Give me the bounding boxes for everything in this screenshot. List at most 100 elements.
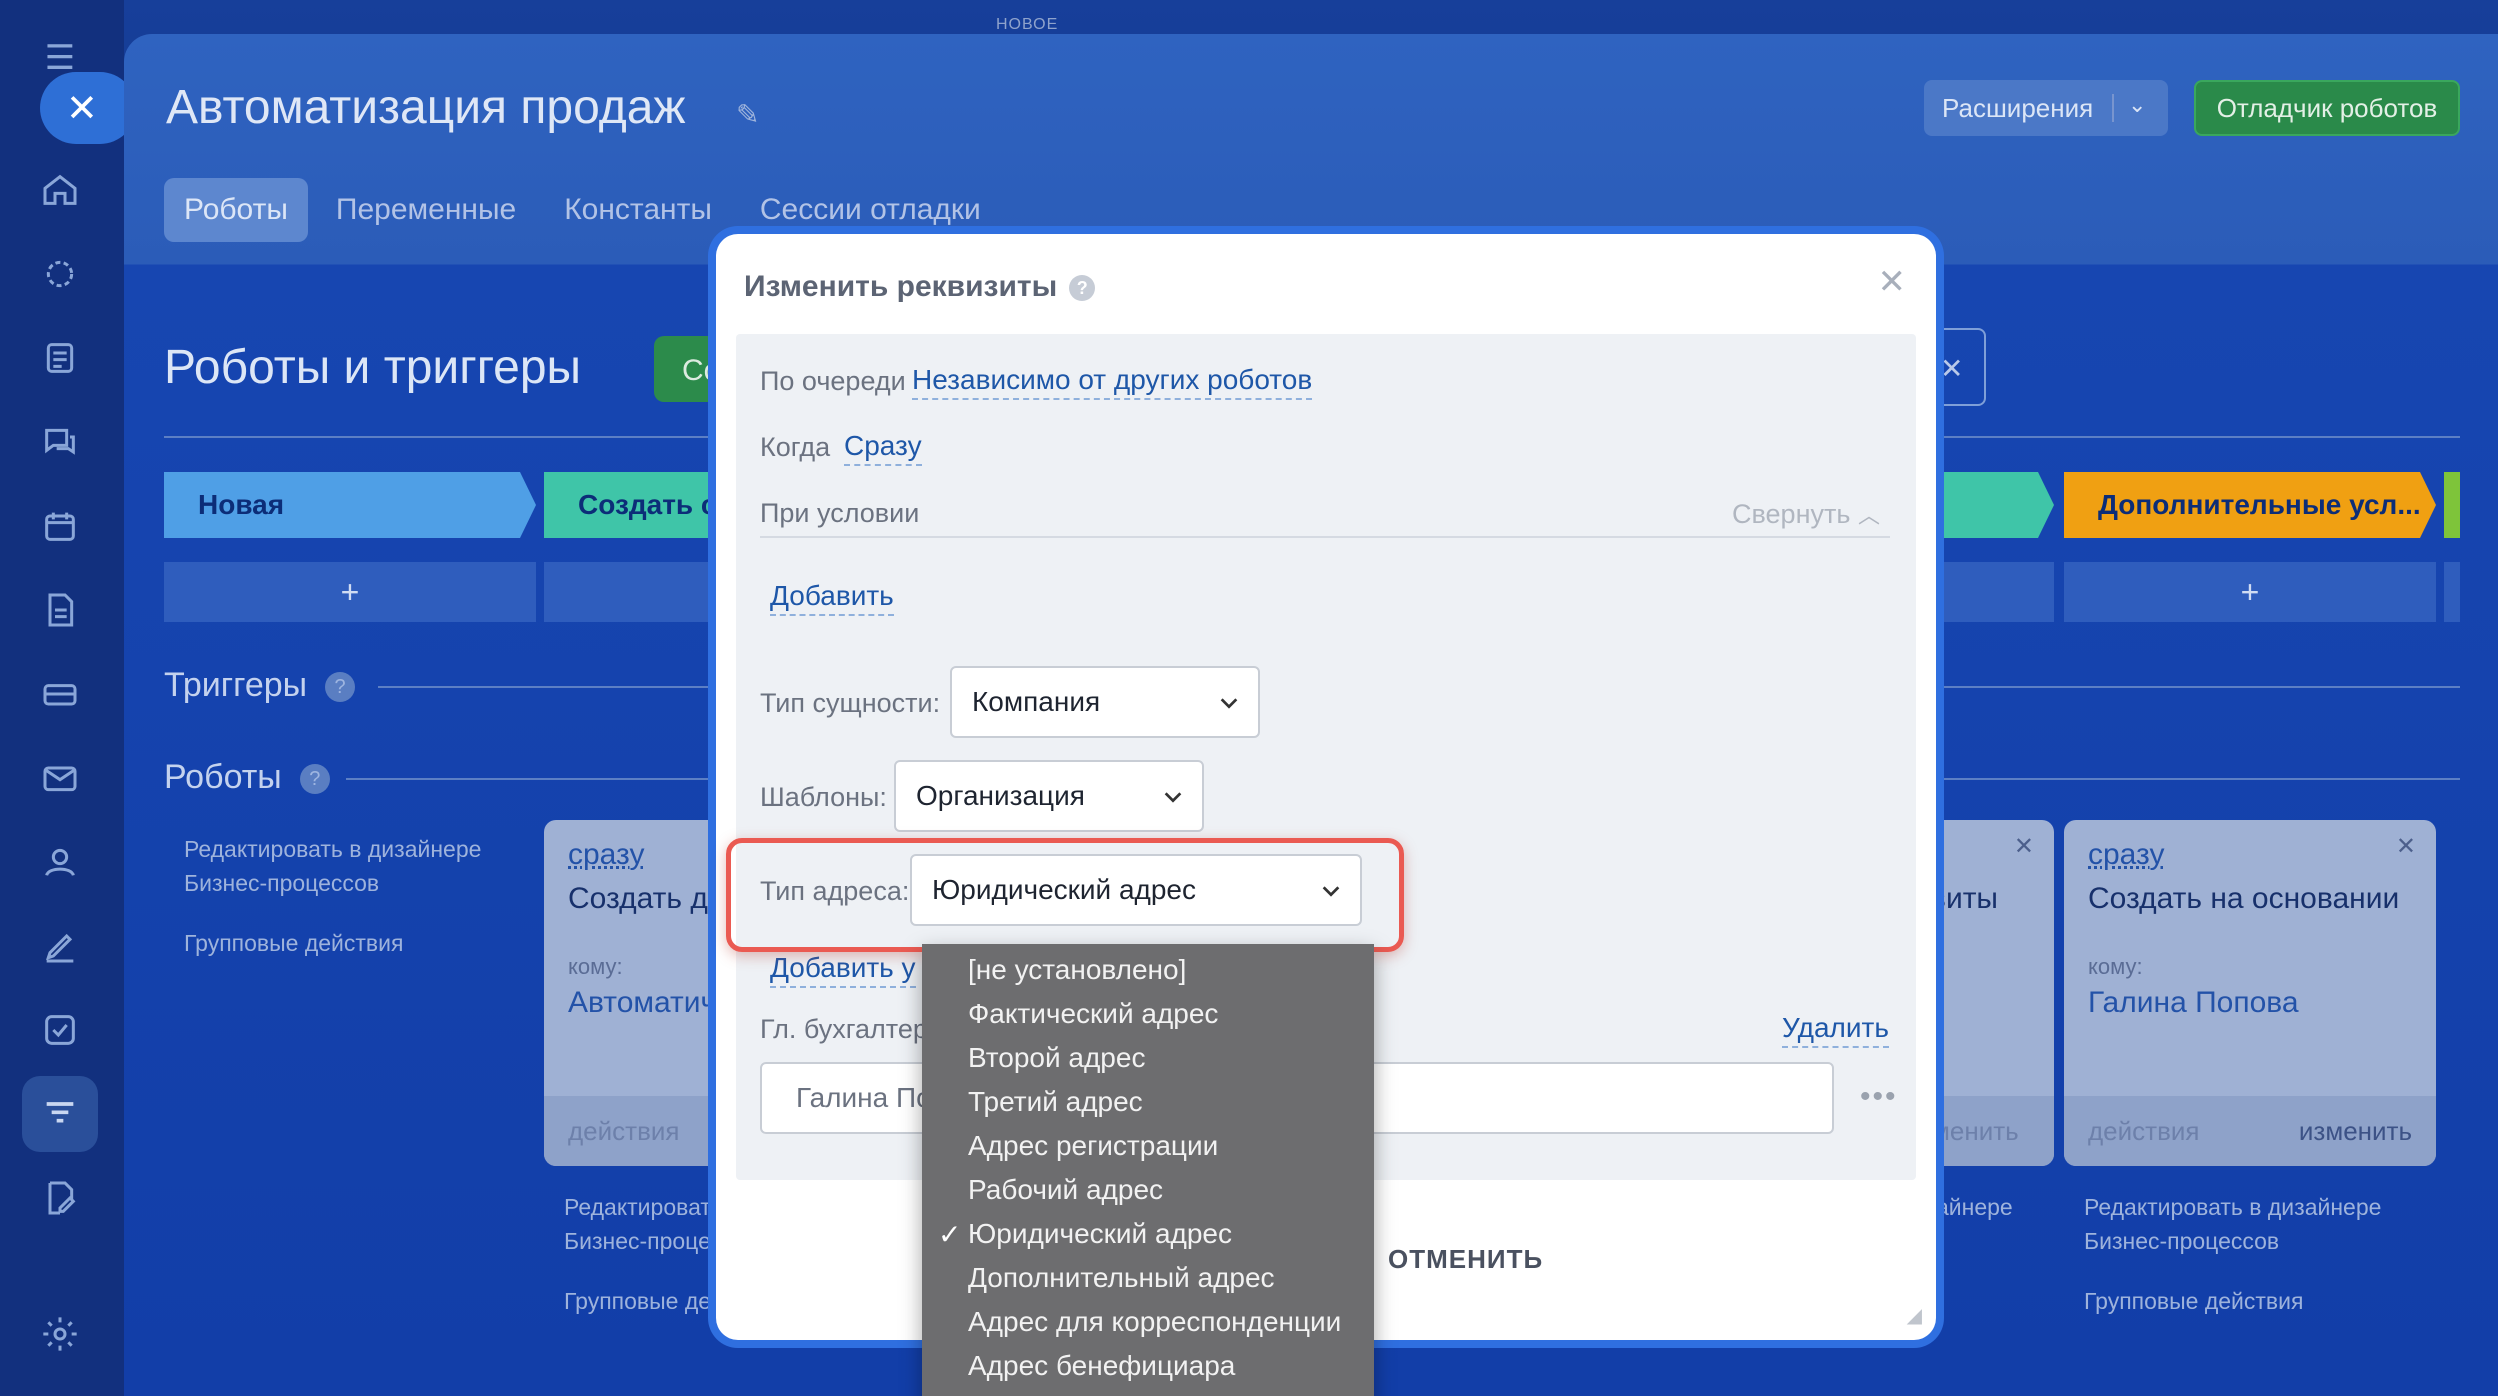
robot-to-label: кому: bbox=[2088, 954, 2143, 979]
robot-footer: действия bbox=[544, 1096, 744, 1166]
add-robot-button[interactable] bbox=[544, 562, 724, 622]
robots-label: Роботы bbox=[164, 758, 282, 796]
close-icon: ✕ bbox=[66, 87, 98, 130]
group-actions-link[interactable]: Групповые действия bbox=[2084, 1284, 2381, 1318]
collapse-label: Свернуть bbox=[1732, 499, 1851, 529]
extensions-button[interactable]: Расширения ⌄ bbox=[1924, 80, 2168, 136]
stage-create-invoice[interactable]: Создать сч bbox=[544, 472, 744, 538]
option-additional-address[interactable]: Дополнительный адрес bbox=[968, 1262, 1275, 1294]
close-icon[interactable]: ✕ bbox=[2014, 832, 2034, 861]
edit-link[interactable]: изменить bbox=[2299, 1116, 2412, 1147]
chevron-down-icon bbox=[1220, 698, 1238, 709]
actions-link[interactable]: действия bbox=[2088, 1116, 2199, 1147]
entity-type-value: Компания bbox=[972, 686, 1101, 717]
edit-in-designer-link[interactable]: Редактировать в дизайнере bbox=[2084, 1190, 2381, 1224]
robot-card-right[interactable]: ✕ сразу Создать на основании кому: Галин… bbox=[2064, 820, 2436, 1166]
add-robot-button[interactable]: + bbox=[2064, 562, 2436, 622]
when-label: Когда bbox=[760, 432, 831, 462]
option-legal-address[interactable]: Юридический адрес bbox=[968, 1218, 1232, 1250]
close-slider-button[interactable]: ✕ bbox=[40, 72, 136, 144]
home-icon[interactable] bbox=[38, 168, 82, 212]
sidebar-links: Редактировать в дизайнере Бизнес-процесс… bbox=[184, 832, 481, 960]
edit-link[interactable]: менить bbox=[1932, 1116, 2019, 1147]
settings-gear-icon[interactable] bbox=[38, 1312, 82, 1356]
help-icon[interactable]: ? bbox=[1069, 275, 1096, 302]
option-work-address[interactable]: Рабочий адрес bbox=[968, 1174, 1163, 1206]
actions-link[interactable]: действия bbox=[568, 1116, 679, 1147]
stage-extra-conditions[interactable]: Дополнительные усл... bbox=[2064, 472, 2436, 538]
tab-constants[interactable]: Константы bbox=[544, 178, 732, 242]
tab-debug-sessions[interactable]: Сессии отладки bbox=[740, 178, 1001, 242]
robot-to-value[interactable]: Галина Попова bbox=[2088, 986, 2299, 1020]
edit-in-designer-link-2[interactable]: Бизнес-процессов bbox=[2084, 1224, 2381, 1258]
feed-icon[interactable] bbox=[38, 252, 82, 296]
option-second-address[interactable]: Второй адрес bbox=[968, 1042, 1145, 1074]
help-icon[interactable]: ? bbox=[299, 764, 330, 795]
option-not-set[interactable]: [не установлено] bbox=[968, 954, 1186, 986]
close-icon[interactable]: ✕ bbox=[1940, 328, 1986, 406]
calendar-icon[interactable] bbox=[38, 504, 82, 548]
group-actions-link[interactable]: Групповые де bbox=[564, 1284, 722, 1318]
resize-handle-icon[interactable]: ◢ bbox=[1907, 1303, 1922, 1328]
templates-select[interactable]: Организация bbox=[894, 760, 1204, 832]
queue-value-link[interactable]: Независимо от других роботов bbox=[912, 364, 1313, 400]
robot-footer: действия изменить bbox=[2064, 1096, 2436, 1166]
option-correspondence-address[interactable]: Адрес для корреспонденции bbox=[968, 1306, 1341, 1338]
option-third-address[interactable]: Третий адрес bbox=[968, 1086, 1143, 1118]
more-options-icon[interactable]: ••• bbox=[1860, 1080, 1898, 1114]
address-type-dropdown: [не установлено] Фактический адрес Второ… bbox=[922, 944, 1374, 1396]
edit-in-designer-link-2[interactable]: Бизнес-процес bbox=[564, 1224, 722, 1258]
checklist-icon[interactable] bbox=[38, 1008, 82, 1052]
delete-link[interactable]: Удалить bbox=[1782, 1012, 1889, 1048]
tab-robots[interactable]: Роботы bbox=[164, 178, 308, 242]
robot-when[interactable]: сразу bbox=[2088, 838, 2164, 872]
templates-label: Шаблоны: bbox=[760, 782, 887, 812]
divider bbox=[760, 536, 1890, 538]
option-registration-address[interactable]: Адрес регистрации bbox=[968, 1130, 1218, 1162]
group-actions-link[interactable]: Групповые действия bbox=[184, 926, 481, 960]
add-condition-link[interactable]: Добавить bbox=[770, 580, 894, 616]
add-robot-button[interactable] bbox=[2444, 562, 2460, 622]
stage-next-partial[interactable] bbox=[2444, 472, 2460, 538]
under-left-links: Редактироват Бизнес-процес Групповые де bbox=[564, 1190, 722, 1318]
cancel-button[interactable]: ОТМЕНИТЬ bbox=[1388, 1244, 1543, 1275]
add-robot-button[interactable] bbox=[1930, 562, 2054, 622]
option-actual-address[interactable]: Фактический адрес bbox=[968, 998, 1218, 1030]
mail-icon[interactable] bbox=[38, 756, 82, 800]
contacts-icon[interactable] bbox=[38, 840, 82, 884]
collapse-link[interactable]: Свернуть ︿ bbox=[1732, 498, 1880, 530]
tasks-list-icon[interactable] bbox=[38, 336, 82, 380]
edit-in-designer-link-2[interactable]: Бизнес-процессов bbox=[184, 866, 481, 900]
stage-new[interactable]: Новая bbox=[164, 472, 536, 538]
dialog-title-text: Изменить реквизиты bbox=[744, 270, 1058, 303]
dialog-title: Изменить реквизиты? bbox=[744, 270, 1096, 304]
close-icon[interactable]: ✕ bbox=[2396, 832, 2416, 861]
funnel-icon[interactable] bbox=[38, 1092, 82, 1136]
entity-type-select[interactable]: Компания bbox=[950, 666, 1260, 738]
add-field-link[interactable]: Добавить у bbox=[770, 952, 916, 988]
close-icon[interactable]: ✕ bbox=[1878, 262, 1907, 302]
pin-icon[interactable]: ✎ bbox=[736, 98, 759, 131]
add-robot-button[interactable]: + bbox=[164, 562, 536, 622]
option-beneficiary-address[interactable]: Адрес бенефициара bbox=[968, 1350, 1235, 1382]
tab-variables[interactable]: Переменные bbox=[316, 178, 536, 242]
divider bbox=[2112, 94, 2114, 122]
robot-card-middle[interactable]: ✕ виты менить bbox=[1930, 820, 2054, 1166]
help-icon[interactable]: ? bbox=[325, 672, 356, 703]
robot-to-value[interactable]: Автоматич bbox=[568, 986, 716, 1020]
under-middle-links: айнере bbox=[1936, 1190, 2013, 1224]
sign-icon[interactable] bbox=[38, 924, 82, 968]
chat-icon[interactable] bbox=[38, 420, 82, 464]
when-value-link[interactable]: Сразу bbox=[844, 430, 922, 466]
robot-card-left[interactable]: сразу Создать до кому: Автоматич действи… bbox=[544, 820, 744, 1166]
stage-partial[interactable] bbox=[1930, 472, 2054, 538]
storage-icon[interactable] bbox=[38, 672, 82, 716]
edit-doc-icon[interactable] bbox=[38, 1176, 82, 1220]
edit-in-designer-link[interactable]: Редактировать в дизайнере bbox=[184, 832, 481, 866]
robot-when[interactable]: сразу bbox=[568, 838, 644, 872]
document-icon[interactable] bbox=[38, 588, 82, 632]
edit-in-designer-link[interactable]: Редактироват bbox=[564, 1190, 722, 1224]
edit-in-designer-link[interactable]: айнере bbox=[1936, 1190, 2013, 1224]
robot-to-label: кому: bbox=[568, 954, 623, 979]
robot-debugger-button[interactable]: Отладчик роботов bbox=[2194, 80, 2460, 136]
